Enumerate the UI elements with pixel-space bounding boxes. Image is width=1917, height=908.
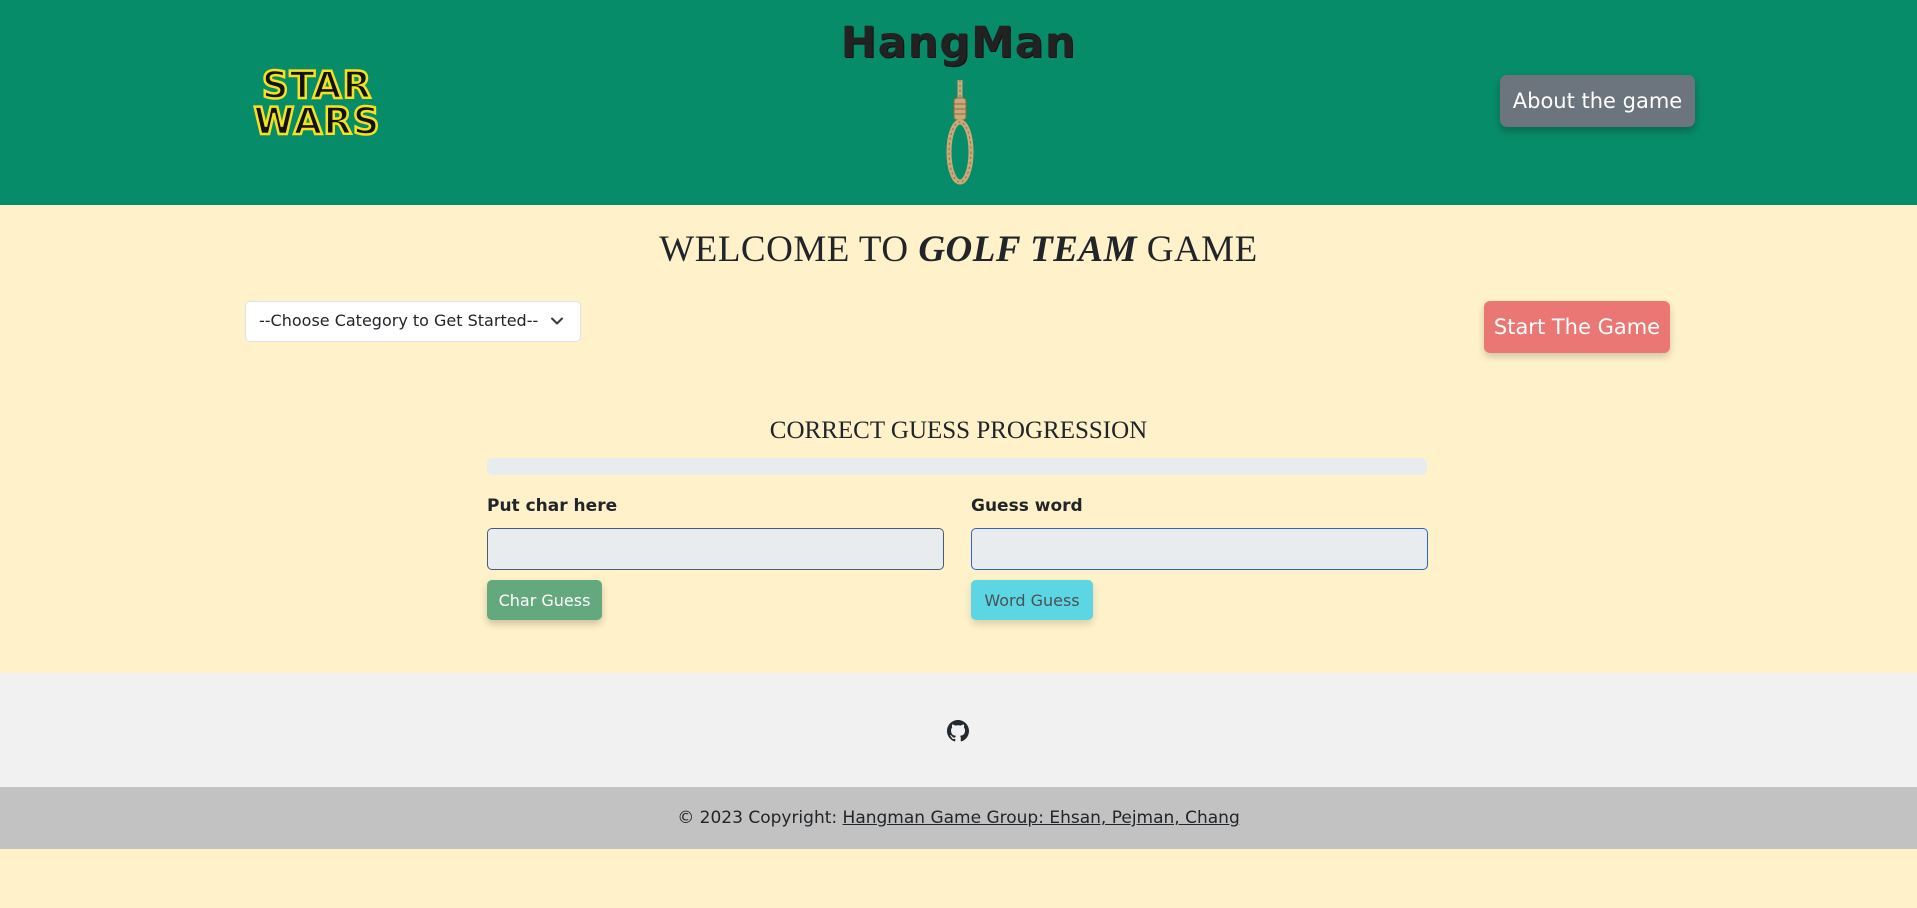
char-guess-button[interactable]: Char Guess bbox=[487, 580, 602, 620]
progress-title: CORRECT GUESS PROGRESSION bbox=[769, 417, 1148, 444]
hangman-title: HangMan bbox=[840, 18, 1077, 68]
site-header: STAR WARS HangMan About the game bbox=[0, 0, 1917, 205]
category-select[interactable]: --Choose Category to Get Started-- bbox=[245, 301, 581, 342]
word-input-label: Guess word bbox=[971, 496, 1083, 516]
team-credits-link[interactable]: Hangman Game Group: Ehsan, Pejman, Chang bbox=[843, 808, 1240, 828]
guess-progress-bar bbox=[487, 458, 1427, 475]
github-icon[interactable] bbox=[947, 720, 969, 742]
welcome-prefix: WELCOME TO bbox=[659, 229, 909, 270]
star-wars-logo: STAR WARS bbox=[252, 64, 381, 138]
char-input-label: Put char here bbox=[487, 496, 618, 516]
welcome-suffix: GAME bbox=[1146, 229, 1258, 270]
welcome-team-name: GOLF TEAM bbox=[918, 229, 1137, 270]
chevron-down-icon bbox=[551, 317, 563, 325]
copyright-text: © 2023 Copyright: bbox=[677, 808, 838, 828]
word-input[interactable] bbox=[971, 528, 1428, 570]
category-select-value: --Choose Category to Get Started-- bbox=[259, 311, 539, 330]
about-game-button[interactable]: About the game bbox=[1500, 75, 1695, 127]
svg-text:WARS: WARS bbox=[254, 100, 381, 138]
word-guess-button[interactable]: Word Guess bbox=[971, 580, 1093, 620]
start-game-button[interactable]: Start The Game bbox=[1484, 301, 1670, 353]
noose-icon bbox=[946, 80, 974, 185]
char-input[interactable] bbox=[487, 528, 944, 570]
copyright-bar: © 2023 Copyright: Hangman Game Group: Eh… bbox=[0, 787, 1917, 849]
welcome-heading: WELCOME TO GOLF TEAM GAME bbox=[0, 228, 1917, 271]
